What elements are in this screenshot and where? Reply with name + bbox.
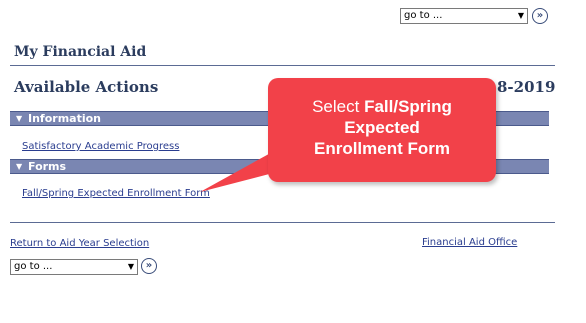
bottom-go-button[interactable]: » <box>141 258 157 274</box>
bottom-goto-value: go to ... <box>14 261 53 272</box>
return-to-aid-year-link[interactable]: Return to Aid Year Selection <box>10 238 149 249</box>
callout-text-line3: Enrollment Form <box>313 139 450 158</box>
footer-divider <box>10 222 555 223</box>
instruction-callout: Select Fall/Spring Expected Enrollment F… <box>268 78 496 182</box>
chevron-down-icon: ▼ <box>127 262 134 271</box>
callout-text-line2: Expected <box>344 118 420 137</box>
callout-text-pre: Select <box>312 97 365 116</box>
callout-text-bold: Fall/Spring <box>364 97 452 116</box>
financial-aid-office-link[interactable]: Financial Aid Office <box>422 237 517 248</box>
bottom-goto-select[interactable]: go to ... ▼ <box>10 259 138 275</box>
double-chevron-right-icon: » <box>145 260 153 271</box>
